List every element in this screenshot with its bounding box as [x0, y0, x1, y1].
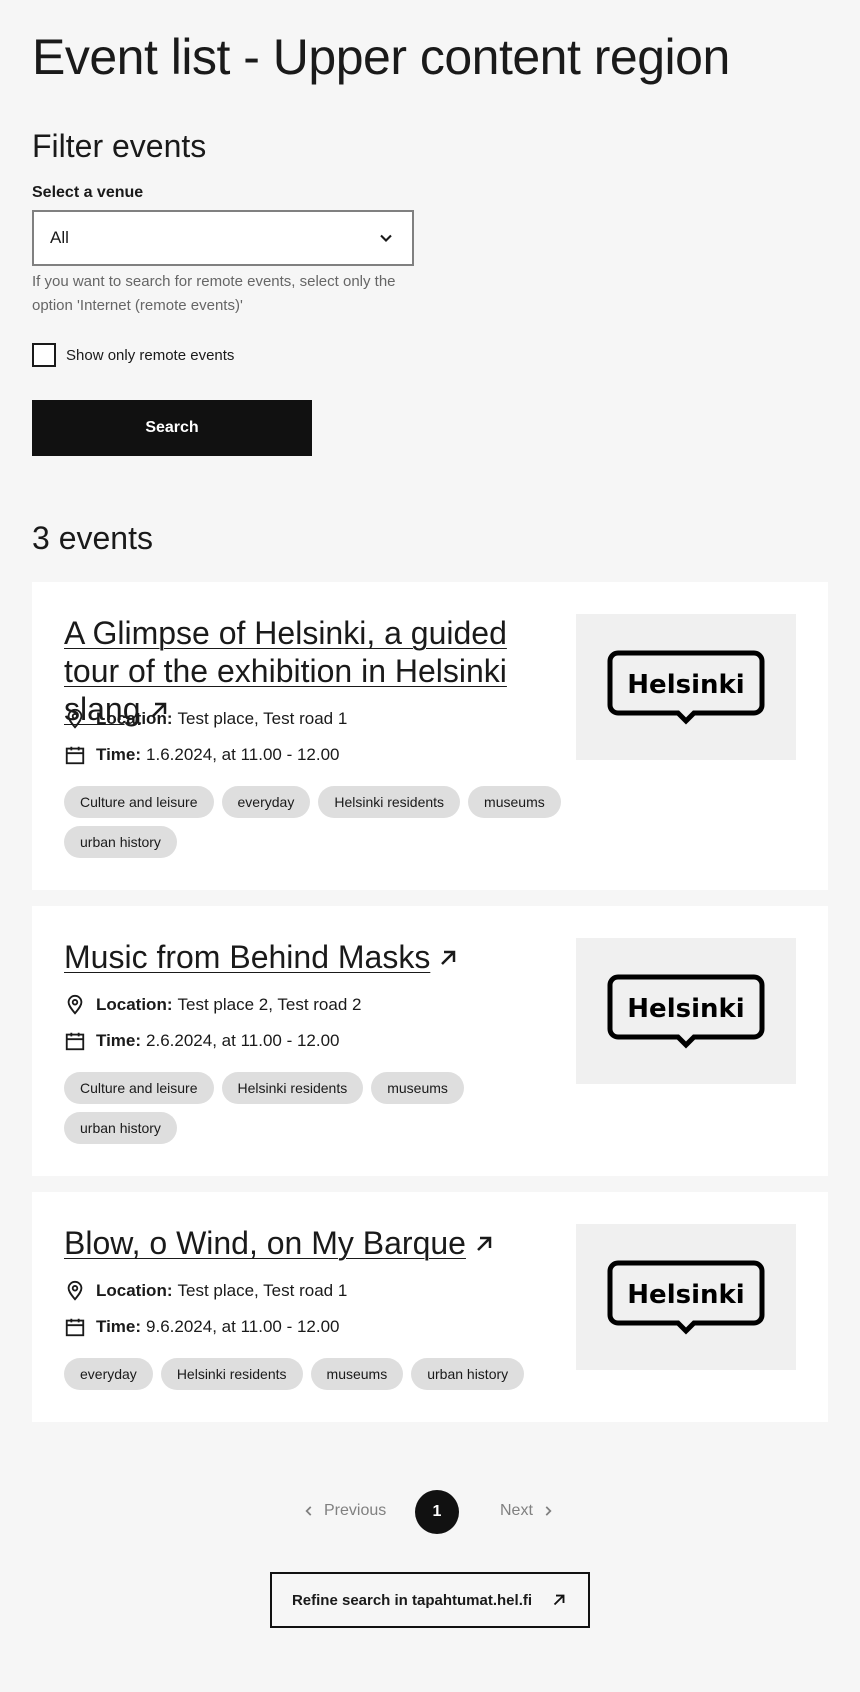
refine-search-label: Refine search in tapahtumat.hel.fi — [291, 1591, 533, 1609]
tag[interactable]: museums — [468, 786, 561, 818]
location-label: Location: — [96, 1281, 173, 1300]
helsinki-logo: Helsinki — [607, 974, 765, 1049]
helsinki-logo: Helsinki — [607, 1260, 765, 1335]
tag[interactable]: Culture and leisure — [64, 786, 214, 818]
location-value: Test place, Test road 1 — [177, 1281, 348, 1300]
tag[interactable]: museums — [310, 1358, 404, 1390]
results-count: 3 events — [32, 520, 153, 556]
location-pin-icon — [67, 708, 83, 729]
event-tags: everyday Helsinki residents museums urba… — [64, 1358, 564, 1390]
calendar-icon — [65, 746, 85, 765]
tag[interactable]: museums — [371, 1072, 464, 1104]
venue-helper-text: If you want to search for remote events,… — [32, 273, 396, 314]
event-title-link[interactable]: Music from Behind Masks — [64, 939, 430, 975]
remote-events-checkbox[interactable] — [32, 343, 56, 367]
time-label: Time: — [96, 1031, 142, 1050]
event-card: Blow, o Wind, on My Barque Location: Tes… — [32, 1192, 828, 1422]
venue-select-value: All — [50, 228, 69, 247]
next-page-button[interactable]: Next — [500, 1502, 555, 1520]
refine-search-link[interactable]: Refine search in tapahtumat.hel.fi — [270, 1572, 590, 1628]
page: Event list - Upper content region Filter… — [0, 0, 860, 1692]
event-time: Time: 1.6.2024, at 11.00 - 12.00 — [64, 744, 340, 766]
event-image: Helsinki — [576, 1224, 796, 1370]
arrow-up-right-icon — [553, 1594, 565, 1606]
event-card: Music from Behind Masks Location: Test p… — [32, 906, 828, 1176]
event-location: Location: Test place, Test road 1 — [64, 708, 347, 730]
tag[interactable]: everyday — [64, 1358, 153, 1390]
arrow-up-right-icon — [441, 950, 456, 965]
remote-events-label: Show only remote events — [66, 346, 235, 364]
event-time: Time: 2.6.2024, at 11.00 - 12.00 — [64, 1030, 340, 1052]
venue-label: Select a venue — [32, 184, 144, 201]
location-label: Location: — [96, 709, 173, 728]
event-time: Time: 9.6.2024, at 11.00 - 12.00 — [64, 1316, 340, 1338]
event-image: Helsinki — [576, 938, 796, 1084]
event-tags: Culture and leisure everyday Helsinki re… — [64, 786, 564, 858]
tag[interactable]: urban history — [64, 1112, 177, 1144]
arrow-up-right-icon — [477, 1236, 492, 1251]
previous-page-button[interactable]: Previous — [302, 1502, 386, 1520]
tag[interactable]: Helsinki residents — [160, 1358, 303, 1390]
time-label: Time: — [96, 745, 142, 764]
tag[interactable]: everyday — [221, 786, 311, 818]
svg-text:Helsinki: Helsinki — [627, 1280, 744, 1310]
remote-events-toggle[interactable]: Show only remote events — [32, 343, 234, 367]
calendar-icon — [65, 1032, 85, 1051]
tag[interactable]: Helsinki residents — [318, 786, 461, 818]
time-value: 9.6.2024, at 11.00 - 12.00 — [146, 1317, 340, 1336]
next-label: Next — [500, 1502, 533, 1519]
previous-label: Previous — [324, 1502, 387, 1519]
event-image: Helsinki — [576, 614, 796, 760]
event-card: A Glimpse of Helsinki, a guided tour of … — [32, 582, 828, 890]
event-title-link[interactable]: Blow, o Wind, on My Barque — [64, 1225, 466, 1261]
chevron-down-icon — [380, 234, 392, 242]
time-label: Time: — [96, 1317, 142, 1336]
time-value: 1.6.2024, at 11.00 - 12.00 — [146, 745, 340, 764]
pagination: Previous 1 Next — [0, 1490, 860, 1534]
tag[interactable]: urban history — [64, 826, 177, 858]
calendar-icon — [65, 1318, 85, 1337]
location-label: Location: — [96, 995, 173, 1014]
location-value: Test place, Test road 1 — [177, 709, 348, 728]
svg-text:Helsinki: Helsinki — [627, 994, 744, 1024]
time-value: 2.6.2024, at 11.00 - 12.00 — [146, 1031, 340, 1050]
svg-text:Helsinki: Helsinki — [627, 670, 744, 700]
event-title: Blow, o Wind, on My Barque — [64, 1224, 554, 1262]
tag[interactable]: urban history — [411, 1358, 525, 1390]
helsinki-logo: Helsinki — [607, 650, 765, 725]
location-pin-icon — [67, 994, 83, 1015]
tag[interactable]: Helsinki residents — [221, 1072, 364, 1104]
location-pin-icon — [67, 1280, 83, 1301]
event-location: Location: Test place 2, Test road 2 — [64, 994, 361, 1016]
venue-select[interactable]: All — [32, 210, 414, 266]
event-title: Music from Behind Masks — [64, 938, 554, 976]
tag[interactable]: Culture and leisure — [64, 1072, 214, 1104]
event-tags: Culture and leisure Helsinki residents m… — [64, 1072, 564, 1144]
filter-heading: Filter events — [32, 128, 207, 164]
page-number-button[interactable]: 1 — [415, 1490, 459, 1534]
search-button[interactable]: Search — [32, 400, 312, 456]
event-location: Location: Test place, Test road 1 — [64, 1280, 347, 1302]
chevron-left-icon — [305, 1506, 312, 1516]
location-value: Test place 2, Test road 2 — [177, 995, 362, 1014]
page-title: Event list - Upper content region — [32, 29, 730, 85]
chevron-right-icon — [545, 1506, 552, 1516]
